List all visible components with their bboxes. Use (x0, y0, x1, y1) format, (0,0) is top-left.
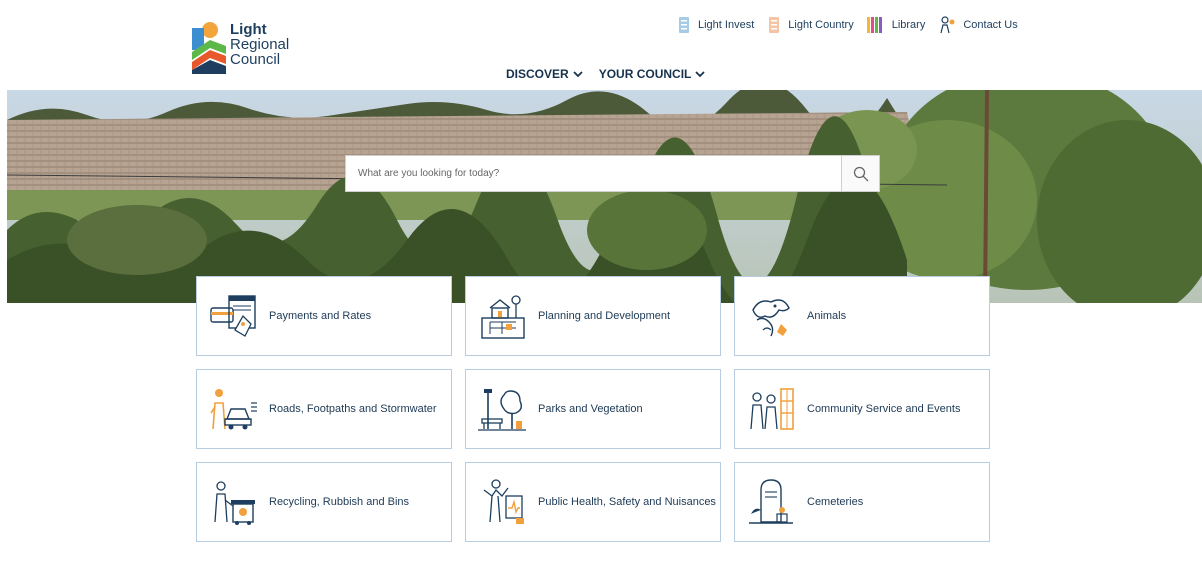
planning-icon (481, 295, 525, 339)
logo-text-regional: Regional (230, 36, 290, 53)
roads-icon (210, 389, 257, 430)
your-council-label: YOUR COUNCIL (598, 67, 692, 81)
card-label: Animals (807, 310, 847, 322)
recycling-icon (214, 481, 255, 525)
card-label: Payments and Rates (269, 310, 372, 322)
community-icon (750, 388, 794, 430)
council-logo[interactable]: Light Regional Council (190, 18, 300, 74)
search-icon (853, 166, 868, 181)
contact-icon (940, 16, 955, 34)
contact-us-link[interactable]: Contact Us (937, 15, 1018, 35)
card-cemeteries[interactable]: Cemeteries (734, 462, 990, 542)
chevron-down-icon (695, 71, 705, 78)
public-health-icon (483, 479, 524, 524)
utility-nav: Light Invest Light Country Library Conta… (676, 15, 1018, 35)
service-cards: Payments and Rates Planning and Developm… (196, 276, 991, 542)
card-payments-and-rates[interactable]: Payments and Rates (196, 276, 452, 356)
logo-mark-icon (192, 22, 226, 74)
animals-icon (752, 299, 790, 337)
discover-menu[interactable]: DISCOVER (506, 67, 583, 81)
logo-text-council: Council (230, 51, 281, 68)
light-country-link[interactable]: Light Country (766, 15, 854, 35)
search-input[interactable] (346, 156, 841, 191)
payments-icon (210, 295, 256, 337)
card-animals[interactable]: Animals (734, 276, 990, 356)
light-invest-icon (679, 17, 689, 33)
card-planning-and-development[interactable]: Planning and Development (465, 276, 721, 356)
light-invest-link[interactable]: Light Invest (676, 15, 754, 35)
library-icon (866, 17, 882, 33)
light-invest-label: Light Invest (698, 19, 755, 31)
library-label: Library (891, 19, 926, 31)
your-council-menu[interactable]: YOUR COUNCIL (599, 67, 706, 81)
discover-label: DISCOVER (506, 67, 569, 81)
library-link[interactable]: Library (866, 15, 926, 35)
light-country-label: Light Country (788, 19, 854, 31)
card-label: Community Service and Events (807, 403, 961, 415)
hero-landscape-image (7, 90, 1202, 303)
card-label: Public Health, Safety and Nuisances (538, 496, 716, 508)
logo-text-light: Light (230, 21, 267, 38)
card-label: Roads, Footpaths and Stormwater (269, 403, 437, 415)
search-button[interactable] (841, 156, 879, 191)
light-country-icon (769, 17, 780, 33)
card-roads-footpaths-stormwater[interactable]: Roads, Footpaths and Stormwater (196, 369, 452, 449)
hero-banner (7, 90, 1202, 303)
cemeteries-icon (749, 479, 793, 524)
card-community-service-and-events[interactable]: Community Service and Events (734, 369, 990, 449)
card-label: Cemeteries (807, 496, 864, 508)
parks-icon (478, 389, 526, 431)
card-public-health-safety-nuisances[interactable]: Public Health, Safety and Nuisances (465, 462, 721, 542)
site-search (345, 155, 880, 192)
card-label: Planning and Development (538, 310, 671, 322)
card-label: Parks and Vegetation (538, 403, 643, 415)
main-nav: DISCOVER YOUR COUNCIL (506, 67, 705, 81)
card-recycling-rubbish-and-bins[interactable]: Recycling, Rubbish and Bins (196, 462, 452, 542)
card-parks-and-vegetation[interactable]: Parks and Vegetation (465, 369, 721, 449)
contact-us-label: Contact Us (963, 19, 1018, 31)
chevron-down-icon (573, 71, 583, 78)
card-label: Recycling, Rubbish and Bins (269, 496, 410, 508)
